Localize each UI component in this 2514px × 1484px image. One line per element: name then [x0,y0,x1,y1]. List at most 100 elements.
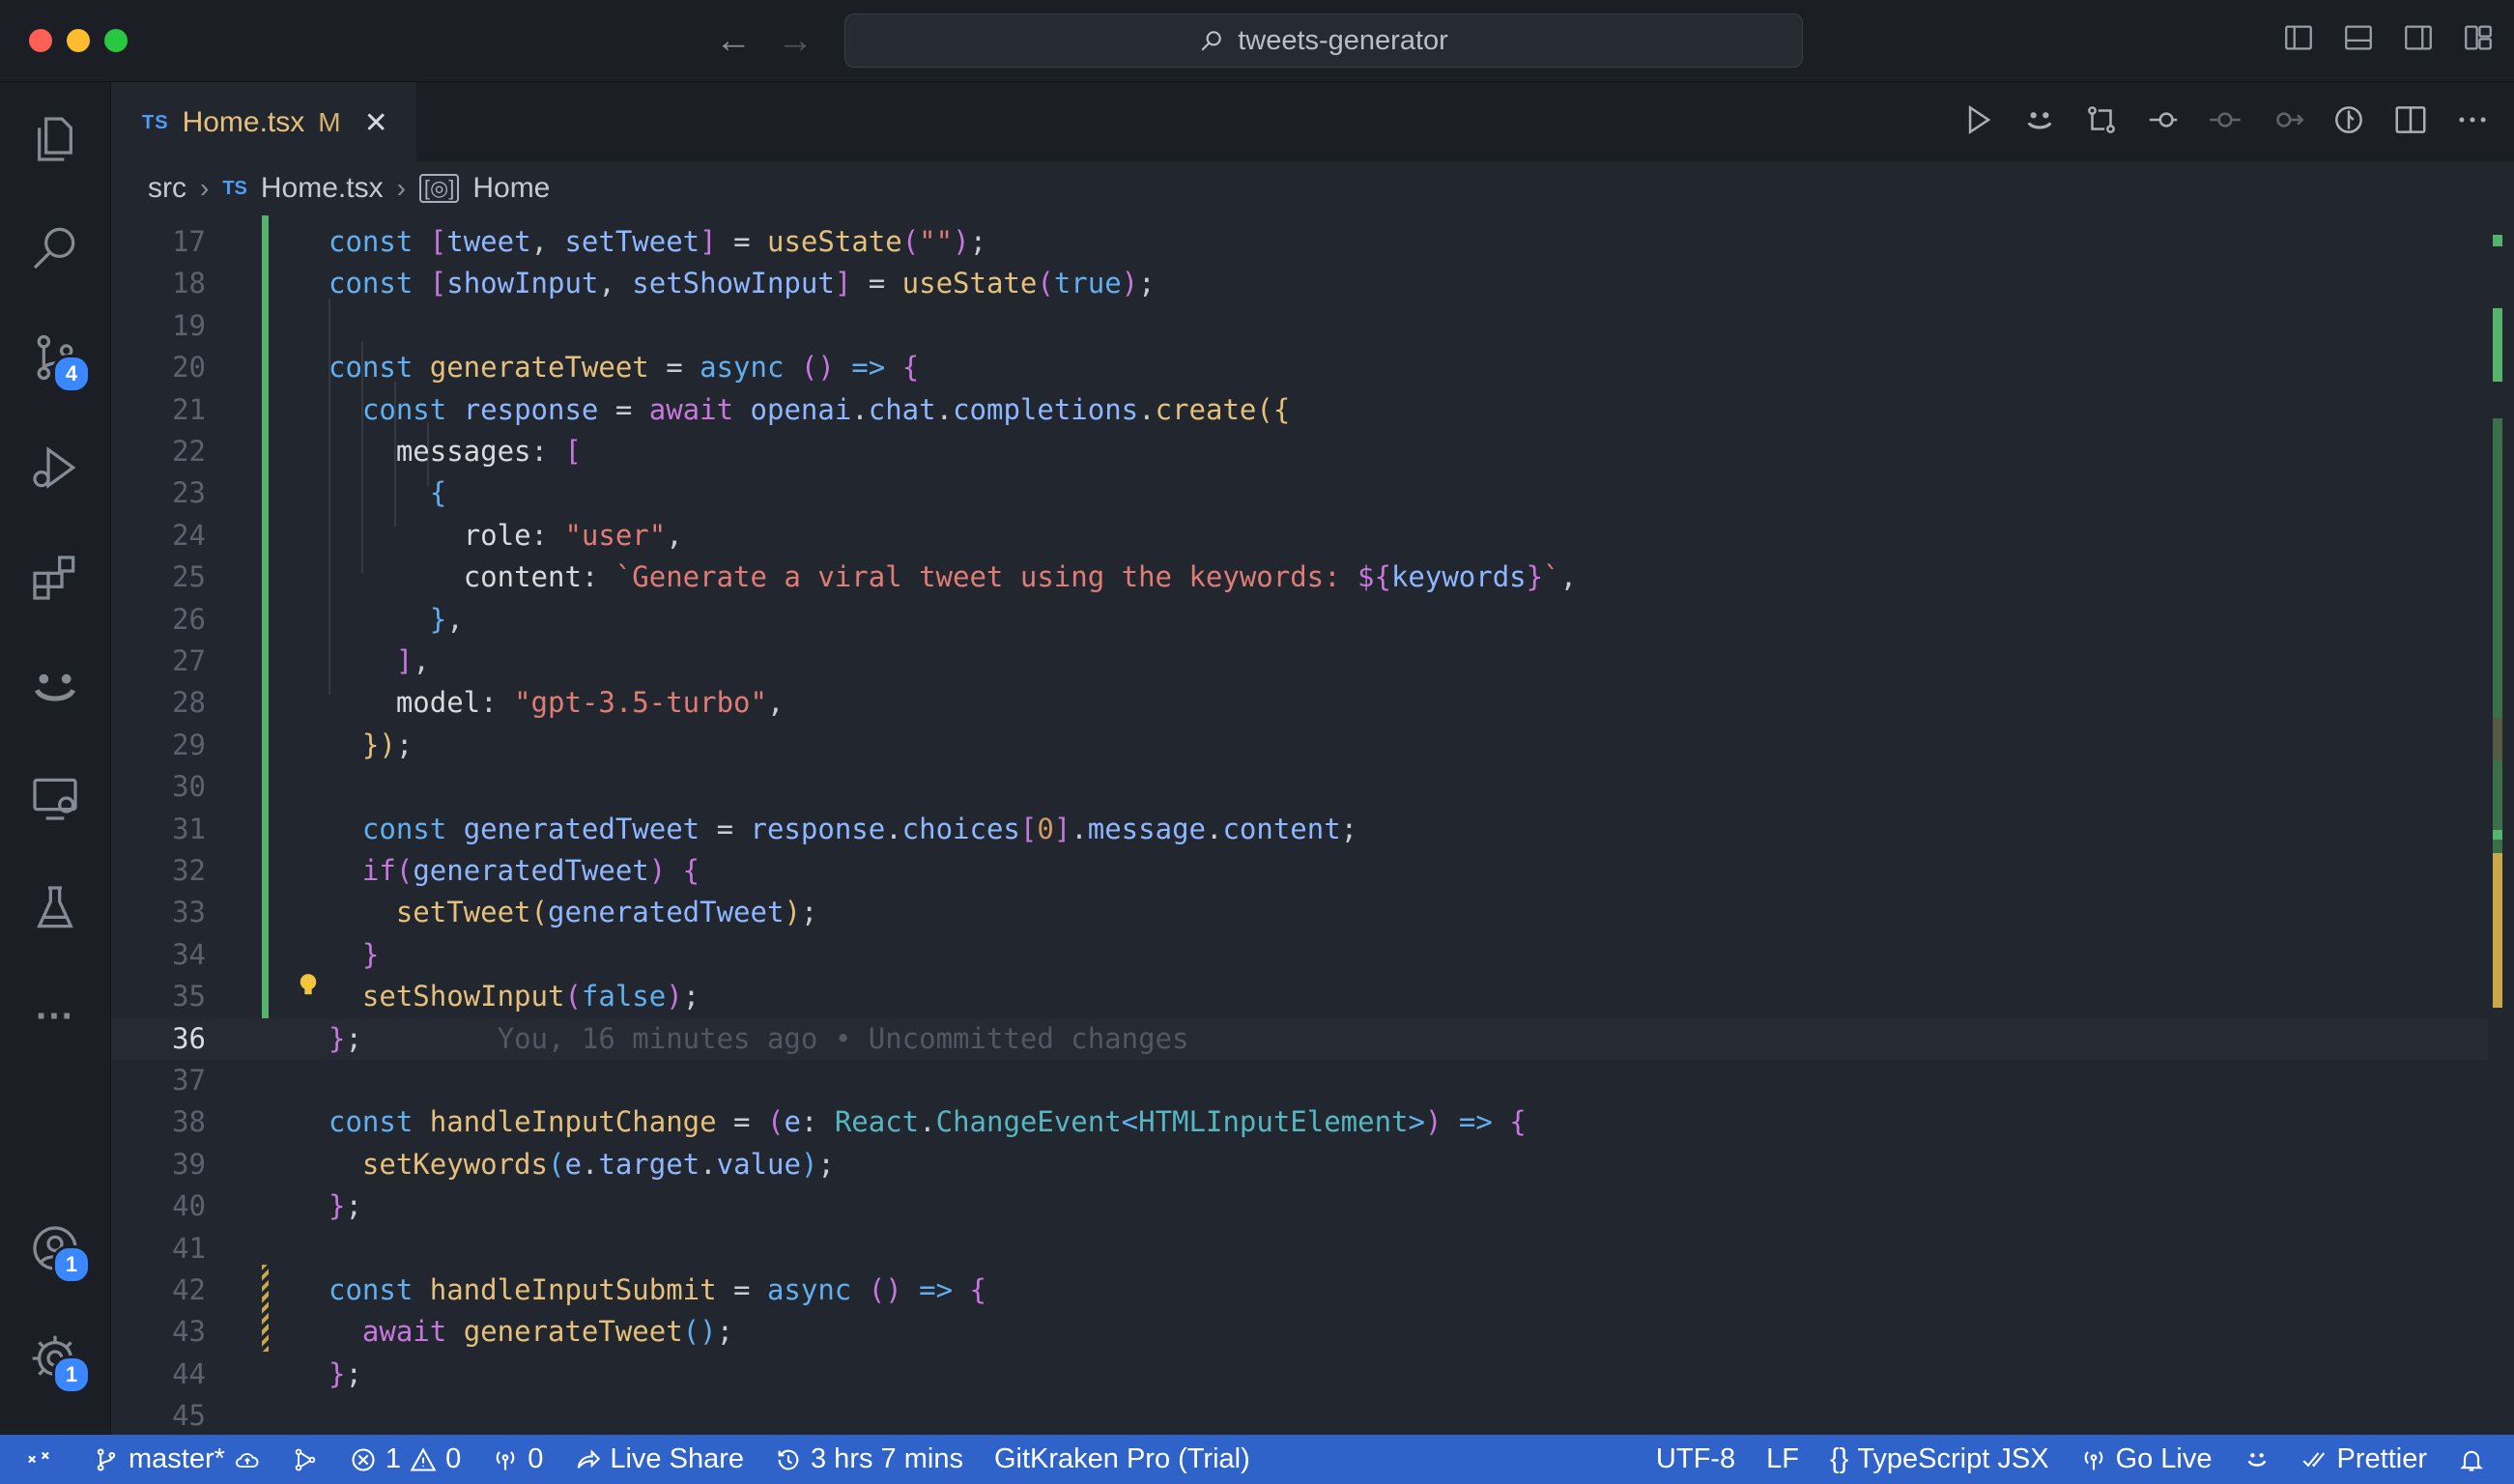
code-line[interactable]: 40}; [111,1185,2488,1227]
code-token: : [530,518,565,552]
code-token: = [851,267,902,300]
code-line[interactable]: 17 const [tweet, setTweet] = useState("")… [111,221,2488,263]
tab-home-tsx[interactable]: TS Home.tsx M ✕ [111,82,416,161]
zoom-window-button[interactable] [104,29,128,52]
toggle-panel-icon[interactable] [2342,21,2375,54]
time-tracker-status[interactable]: 3 hrs 7 mins [759,1435,979,1484]
toggle-primary-sidebar-icon[interactable] [2282,21,2315,54]
code-line[interactable]: 33 setTweet(generatedTweet); [111,892,2488,933]
branch-name: master* [129,1443,225,1474]
code-line[interactable]: 32 if(generatedTweet) { [111,850,2488,892]
code-line[interactable]: 18 const [showInput, setShowInput] = useS… [111,263,2488,304]
code-line[interactable]: 37 [111,1060,2488,1101]
code-token: tweet [446,225,531,258]
gitkraken-status[interactable]: GitKraken Pro (Trial) [979,1435,1266,1484]
code-token: setKeywords [361,1147,548,1181]
close-tab-icon[interactable]: ✕ [364,106,388,140]
source-control-icon[interactable]: 4 [25,328,91,393]
settings-gear-icon[interactable]: 1 [25,1328,91,1394]
code-line[interactable]: 31 const generatedTweet = response.choic… [111,809,2488,850]
live-share-status[interactable]: Live Share [558,1435,759,1484]
overview-ruler[interactable] [2471,215,2514,1435]
code-token: generatedTweet [463,812,700,845]
code-editor[interactable]: + 17const [tweet, setTweet] = useState("… [111,215,2514,1435]
gitlens-inspect-icon[interactable] [2330,101,2367,138]
run-debug-icon[interactable] [25,438,85,498]
code-line[interactable]: 20 const generateTweet = async () => { [111,347,2488,388]
command-center-search[interactable]: tweets-generator [844,14,1803,68]
code-line[interactable]: 36}; You, 16 minutes ago • Uncommitted c… [111,1017,2488,1060]
customize-layout-icon[interactable] [2462,21,2495,54]
code-line[interactable]: 25 content: `Generate a viral tweet usin… [111,556,2488,598]
encoding-status[interactable]: UTF-8 [1641,1435,1751,1484]
forward-arrow-icon[interactable]: → [777,17,814,64]
broadcast-icon [2084,1450,2102,1470]
code-text: const [showInput, setShowInput] = useSta… [329,263,1156,304]
braces-icon: {} [1829,1443,1849,1474]
code-line[interactable]: 26 }, [111,599,2488,641]
code-line[interactable]: 22 messages: [ [111,431,2488,472]
explorer-icon[interactable] [25,109,85,169]
code-line[interactable]: 43 await generateTweet(); [111,1311,2488,1353]
git-graph-status[interactable] [276,1435,334,1484]
split-editor-icon[interactable] [2392,101,2429,138]
eol-status[interactable]: LF [1751,1435,1814,1484]
code-token: ( [547,1147,565,1181]
back-arrow-icon[interactable]: ← [715,17,752,64]
language-mode-status[interactable]: {} TypeScript JSX [1814,1435,2065,1484]
problems-status[interactable]: 1 0 [334,1435,476,1484]
remote-indicator-icon[interactable] [0,1435,77,1484]
git-branch-icon [97,1447,116,1471]
code-line[interactable]: 39 setKeywords(e.target.value); [111,1144,2488,1185]
code-line[interactable]: 24 role: "user", [111,515,2488,556]
code-line[interactable]: 23 { [111,472,2488,514]
code-line[interactable]: 30 [111,766,2488,808]
accounts-icon[interactable]: 1 [25,1218,91,1284]
code-line[interactable]: 29 }); [111,725,2488,766]
minimize-window-button[interactable] [67,29,90,52]
live-share-feedback-status[interactable] [2228,1435,2286,1484]
go-live-status[interactable]: Go Live [2065,1435,2228,1484]
code-line[interactable]: 45 [111,1395,2488,1435]
open-changes-icon[interactable] [2083,101,2120,138]
code-token: const [329,1105,430,1139]
breadcrumb-folder[interactable]: src [148,172,186,205]
code-line[interactable]: 19 [111,305,2488,347]
more-actions-icon[interactable] [2454,101,2491,138]
code-line[interactable]: 42 const handleInputSubmit = async () => … [111,1270,2488,1311]
overview-added-marker [2493,830,2502,840]
breadcrumb-symbol[interactable]: Home [472,172,550,205]
code-line[interactable]: 21 const response = await openai.chat.co… [111,389,2488,431]
code-token: , [1559,560,1578,594]
close-window-button[interactable] [29,29,52,52]
branch-status[interactable]: master* [77,1435,276,1484]
code-line[interactable]: 28 model: "gpt-3.5-turbo", [111,682,2488,724]
code-token: handleInputSubmit [429,1273,717,1306]
notifications-status[interactable] [2443,1435,2514,1484]
breadcrumb-file[interactable]: Home.tsx [261,172,384,205]
live-share-follow-icon[interactable] [2021,101,2058,138]
more-views-icon[interactable]: ··· [25,986,85,1046]
code-line[interactable]: 44}; [111,1354,2488,1395]
ports-status[interactable]: 0 [476,1435,558,1484]
toggle-secondary-sidebar-icon[interactable] [2402,21,2435,54]
git-history-icon[interactable] [2145,101,2182,138]
code-line[interactable]: 38 const handleInputChange = (e: React.Ch… [111,1101,2488,1143]
publish-cloud-icon[interactable] [234,1446,261,1473]
code-text: } [329,934,379,976]
activity-bar: 4 ··· 1 1 [0,82,111,1435]
code-line[interactable]: 35 setShowInput(false); [111,976,2488,1017]
search-icon[interactable] [25,217,85,277]
code-token: ( [395,854,414,887]
live-share-icon[interactable] [25,658,85,718]
run-file-icon[interactable] [1959,101,1996,138]
prettier-status[interactable]: Prettier [2286,1435,2443,1484]
code-line[interactable]: 27 ], [111,641,2488,682]
code-line[interactable]: 34 } [111,934,2488,976]
remote-explorer-icon[interactable] [25,768,85,828]
testing-icon[interactable] [25,878,85,938]
extensions-icon[interactable] [25,548,85,608]
previous-change-icon[interactable] [2207,101,2243,138]
code-line[interactable]: 41 [111,1228,2488,1270]
next-change-icon[interactable] [2269,101,2305,138]
